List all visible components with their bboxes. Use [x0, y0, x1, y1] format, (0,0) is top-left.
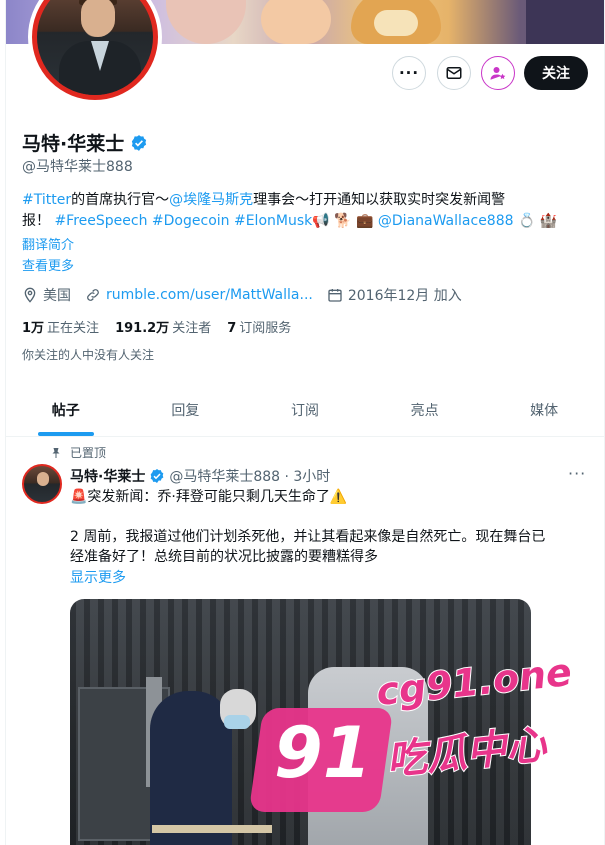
banner-art [166, 0, 246, 44]
follow-button[interactable]: 关注 [524, 56, 588, 90]
tab-label: 亮点 [410, 403, 439, 419]
more-icon: ··· [398, 64, 420, 82]
join-date-text: 2016年12月 加入 [347, 288, 462, 304]
banner-art [261, 0, 331, 44]
tab-replies[interactable]: 回复 [126, 384, 246, 436]
followers-stat[interactable]: 191.2万 关注者 [115, 317, 211, 336]
profile-tabs: 帖子 回复 订阅 亮点 媒体 [6, 384, 604, 437]
banner-art [526, 0, 604, 44]
profile-stats: 1万 正在关注 191.2万 关注者 7 订阅服务 [22, 317, 291, 336]
hashtag-link[interactable]: #Dogecoin [152, 213, 230, 229]
website: rumble.com/user/MattWalla... [85, 287, 313, 303]
message-button[interactable] [437, 56, 471, 90]
subscribe-user-icon [490, 67, 506, 80]
subscriptions-label: 订阅服务 [239, 321, 292, 336]
tab-label: 订阅 [290, 403, 319, 419]
tweet-text-line: 经准备好了！总统目前的状况比披露的要糟糕得多 [70, 549, 378, 565]
following-label: 正在关注 [47, 321, 100, 336]
profile-bio: #Titter的首席执行官〜@埃隆马斯克理事会〜打开通知以获取实时突发新闻警 报… [22, 190, 582, 232]
more-button[interactable]: ··· [392, 56, 426, 90]
profile-meta: 美国 rumble.com/user/MattWalla... 2016年12月… [22, 285, 476, 305]
mention-link[interactable]: @DianaWallace888 [378, 213, 514, 229]
tweet-author-name[interactable]: 马特·华莱士 [70, 466, 145, 486]
join-date: 2016年12月 加入 [327, 285, 462, 305]
bio-text: 的首席执行官〜 [71, 192, 170, 208]
following-count: 1万 [22, 321, 45, 336]
no-mutual-followers: 你关注的人中没有人关注 [22, 348, 155, 362]
tab-label: 媒体 [530, 403, 559, 419]
follow-button-label: 关注 [542, 66, 570, 82]
profile-handle: @马特华莱士888 [22, 159, 133, 175]
bio-emoji: 💍 🏰 [517, 213, 558, 229]
subscriptions-stat[interactable]: 7 订阅服务 [227, 317, 291, 336]
hashtag-link[interactable]: #Titter [22, 192, 71, 208]
translate-bio-link[interactable]: 翻译简介 [22, 234, 74, 253]
tab-media[interactable]: 媒体 [484, 384, 604, 436]
profile-page: ··· 关注 马特·华莱士 @马特华莱士888 #Titter的首席执行官〜@埃… [5, 0, 605, 845]
bio-text: 理事会〜打开通知以获取实时突发新闻警 [253, 192, 506, 208]
bio-line: #Titter的首席执行官〜@埃隆马斯克理事会〜打开通知以获取实时突发新闻警 [22, 190, 582, 211]
followers-count: 191.2万 [115, 321, 170, 336]
profile-name: 马特·华莱士 [22, 129, 148, 156]
show-more-link[interactable]: 显示更多 [70, 567, 126, 587]
tweet-author-avatar[interactable] [22, 464, 62, 504]
tweet-header: 马特·华莱士 @马特华莱士888 · 3小时 [70, 466, 330, 486]
see-more-link[interactable]: 查看更多 [22, 255, 74, 274]
tweet-handle-time[interactable]: @马特华莱士888 · 3小时 [169, 466, 330, 486]
tab-highlights[interactable]: 亮点 [365, 384, 485, 436]
banner-doge-face [374, 10, 418, 36]
hashtag-link[interactable]: #ElonMusk [234, 213, 312, 229]
bio-text: 报！ [22, 213, 50, 229]
subscriptions-count: 7 [227, 321, 237, 336]
calendar-icon [328, 289, 342, 302]
following-stat[interactable]: 1万 正在关注 [22, 317, 99, 336]
avatar-head [81, 0, 115, 37]
location-pin-icon [24, 287, 36, 303]
pin-icon [52, 447, 60, 458]
verified-badge-icon[interactable] [149, 468, 165, 484]
tab-label: 回复 [171, 403, 200, 419]
bio-line: 报！ #FreeSpeech #Dogecoin #ElonMusk📢 🐕 💼 … [22, 211, 582, 232]
mail-icon [446, 67, 462, 79]
link-icon [87, 289, 99, 301]
active-tab-indicator [38, 432, 94, 436]
tweet-more-icon[interactable]: ··· [568, 464, 586, 483]
mention-link[interactable]: @埃隆马斯克 [169, 192, 253, 208]
tab-subscriptions[interactable]: 订阅 [245, 384, 365, 436]
profile-name-text: 马特·华莱士 [22, 133, 125, 155]
pinned-indicator: 已置顶 [50, 444, 106, 461]
tweet-text-line: 🚨突发新闻：乔·拜登可能只剩几天生命了⚠️ [70, 489, 348, 505]
tab-label: 帖子 [51, 403, 80, 419]
website-link[interactable]: rumble.com/user/MattWalla... [106, 287, 313, 303]
verified-badge-icon[interactable] [130, 134, 148, 152]
location: 美国 [22, 285, 71, 305]
watermark-number: 91 [274, 712, 372, 794]
bio-emoji: 📢 🐕 💼 [312, 213, 374, 229]
hashtag-link[interactable]: #FreeSpeech [54, 213, 147, 229]
pinned-label: 已置顶 [70, 446, 107, 460]
tab-posts[interactable]: 帖子 [6, 384, 126, 436]
media-face-mask [224, 715, 250, 729]
location-text: 美国 [43, 288, 71, 304]
avatar-head [37, 472, 49, 486]
avatar-photo [32, 0, 158, 100]
subscribe-button[interactable] [481, 56, 515, 90]
followers-label: 关注者 [172, 321, 212, 336]
profile-avatar[interactable] [28, 0, 162, 104]
tweet-text-line: 2 周前，我报道过他们计划杀死他，并让其看起来像是自然死亡。现在舞台已 [70, 529, 546, 545]
media-stool [152, 825, 272, 833]
